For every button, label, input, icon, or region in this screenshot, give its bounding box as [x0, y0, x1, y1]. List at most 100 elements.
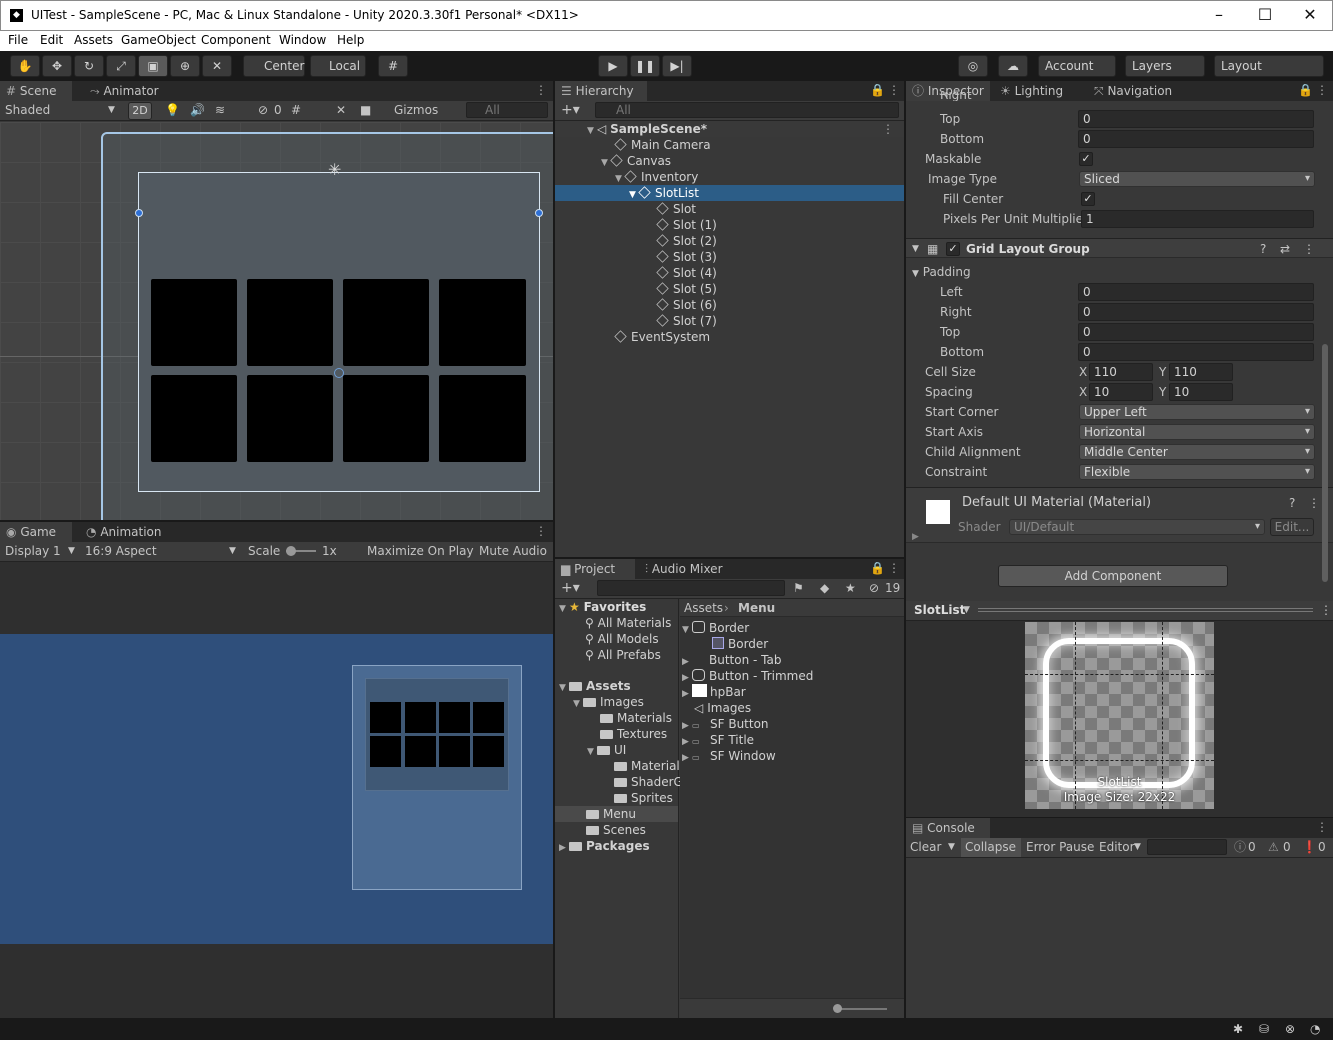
file-item[interactable]: ▶ hpBar [680, 684, 904, 700]
favorites-item[interactable]: ⚲ All Prefabs [555, 647, 678, 663]
cell-size-y-field[interactable]: 110 [1169, 363, 1233, 381]
icon-size-slider[interactable] [835, 1008, 887, 1010]
start-axis-dropdown[interactable]: Horizontal [1079, 424, 1315, 440]
layout-dropdown[interactable]: Layout [1214, 55, 1324, 77]
grid-snap-icon[interactable]: # [378, 55, 408, 77]
padding-foldout[interactable]: ▼ Padding [912, 263, 971, 283]
constraint-dropdown[interactable]: Flexible [1079, 464, 1315, 480]
aspect-dropdown[interactable]: 16:9 Aspect [85, 542, 157, 560]
spacing-y-field[interactable]: 10 [1169, 383, 1233, 401]
hierarchy-item-eventsystem[interactable]: EventSystem [555, 329, 904, 345]
folder-shadergraph[interactable]: ShaderG [555, 774, 683, 790]
maximize-on-play-toggle[interactable]: Maximize On Play [367, 542, 474, 560]
scene-menu-icon[interactable]: ⋮ [882, 121, 894, 137]
hierarchy-item-slot[interactable]: Slot (7) [555, 313, 904, 329]
file-item[interactable]: ▼ Border [680, 620, 904, 636]
hierarchy-item-slot[interactable]: Slot (5) [555, 281, 904, 297]
pivot-center-button[interactable]: Center [243, 55, 305, 77]
padding-bottom-field[interactable]: 0 [1078, 343, 1314, 361]
hierarchy-item-slot[interactable]: Slot (3) [555, 249, 904, 265]
layers-dropdown[interactable]: Layers [1125, 55, 1205, 77]
panel-menu-icon[interactable]: ⋮ [535, 83, 547, 97]
display-dropdown[interactable]: Display 1 [5, 542, 61, 560]
tab-scene[interactable]: # Scene [0, 81, 72, 101]
editor-dropdown-arrow-icon[interactable]: ▼ [1134, 838, 1141, 856]
aspect-dropdown-arrow-icon[interactable]: ▼ [229, 542, 236, 560]
warning-icon[interactable]: ⚠ [1268, 838, 1279, 856]
hierarchy-item-slotlist[interactable]: ▼ SlotList [555, 185, 904, 201]
tab-navigation[interactable]: ⤧ Navigation [1088, 81, 1188, 101]
file-item[interactable]: ▶ ▭ SF Button [680, 716, 904, 732]
menu-file[interactable]: File [8, 33, 28, 47]
error-pause-toggle[interactable]: Error Pause [1026, 838, 1094, 856]
help-icon[interactable]: ? [1260, 239, 1266, 259]
game-viewport[interactable] [0, 634, 553, 944]
fill-center-checkbox[interactable]: ✓ [1081, 192, 1095, 206]
lock-icon[interactable]: 🔒 [870, 83, 885, 97]
gizmos-dropdown[interactable]: Gizmos [394, 101, 438, 119]
shading-mode-dropdown[interactable]: Shaded [5, 101, 50, 119]
menu-help[interactable]: Help [337, 33, 364, 47]
sprite-border-bottom-field[interactable]: 0 [1078, 130, 1314, 148]
folder-images[interactable]: ▼ Images [555, 694, 678, 710]
menu-window[interactable]: Window [279, 33, 326, 47]
tools-icon[interactable]: ✕ [336, 101, 346, 119]
favorite-star-icon[interactable]: ★ [845, 579, 856, 597]
hierarchy-item-main-camera[interactable]: Main Camera [555, 137, 904, 153]
menu-assets[interactable]: Assets [74, 33, 113, 47]
cell-size-x-field[interactable]: 110 [1089, 363, 1153, 381]
rect-tool-icon[interactable]: ▣ [138, 55, 168, 77]
bug-icon[interactable]: ✱ [1233, 1020, 1243, 1038]
tab-project[interactable]: ▆ Project [555, 559, 635, 579]
step-icon[interactable]: ▶| [662, 55, 692, 77]
panel-menu-icon[interactable]: ⋮ [535, 524, 547, 538]
tab-animation[interactable]: ◔ Animation [80, 522, 180, 542]
maximize-icon[interactable]: ☐ [1253, 4, 1277, 28]
rect-handle[interactable] [135, 209, 143, 217]
tab-lighting[interactable]: ☀ Lighting [994, 81, 1078, 101]
anchor-icon[interactable]: ✳ [328, 160, 341, 179]
image-type-dropdown[interactable]: Sliced [1079, 171, 1315, 187]
file-item[interactable]: ▶ Button - Trimmed [680, 668, 904, 684]
clear-options-arrow-icon[interactable]: ▼ [948, 838, 955, 856]
file-item[interactable]: ▶ Button - Tab [680, 652, 904, 668]
search-by-type-icon[interactable]: ⚑ [793, 579, 804, 597]
padding-left-field[interactable]: 0 [1078, 283, 1314, 301]
icon-size-slider-thumb[interactable] [833, 1004, 842, 1013]
shading-dropdown-arrow-icon[interactable]: ▼ [108, 101, 115, 119]
grid-toggle-icon[interactable]: # [291, 101, 301, 119]
spacing-x-field[interactable]: 10 [1089, 383, 1153, 401]
breadcrumb-assets[interactable]: Assets [684, 599, 723, 617]
add-component-button[interactable]: Add Component [998, 565, 1228, 587]
folder-materials[interactable]: Materials [555, 710, 678, 726]
component-header-grid[interactable]: ▼ ▦ ✓ Grid Layout Group ? ⇄ ⋮ [906, 238, 1333, 258]
panel-menu-icon[interactable]: ⋮ [888, 561, 900, 575]
console-search-input[interactable] [1147, 839, 1227, 855]
preview-divider[interactable] [978, 608, 1313, 612]
hierarchy-item-slot[interactable]: Slot (1) [555, 217, 904, 233]
menu-component[interactable]: Component [201, 33, 271, 47]
folder-menu[interactable]: Menu [555, 806, 678, 822]
cache-icon[interactable]: ⛁ [1259, 1020, 1269, 1038]
scale-slider-thumb[interactable] [286, 546, 296, 556]
preview-title-dropdown[interactable]: SlotList [914, 601, 965, 619]
component-menu-icon[interactable]: ⋮ [1303, 239, 1315, 259]
rect-handle[interactable] [535, 209, 543, 217]
folder-textures[interactable]: Textures [555, 726, 678, 742]
hidden-packages-icon[interactable]: ⊘ [869, 579, 879, 597]
file-item[interactable]: Border [680, 636, 904, 652]
scene-viewport[interactable]: ✳ [0, 122, 553, 520]
favorites-folder[interactable]: ▼ ★ Favorites [555, 599, 678, 615]
favorites-item[interactable]: ⚲ All Materials [555, 615, 678, 631]
hidden-objects-icon[interactable]: ⊘ [258, 101, 268, 119]
hierarchy-item-slot[interactable]: Slot (4) [555, 265, 904, 281]
hierarchy-item-slot[interactable]: Slot (2) [555, 233, 904, 249]
tab-audio-mixer[interactable]: ⫶ Audio Mixer [639, 559, 739, 579]
file-item[interactable]: ◁ Images [680, 700, 904, 716]
hierarchy-item-slot[interactable]: Slot (6) [555, 297, 904, 313]
maskable-checkbox[interactable]: ✓ [1079, 152, 1093, 166]
camera-icon[interactable]: ■ [360, 101, 371, 119]
folder-assets[interactable]: ▼ Assets [555, 678, 678, 694]
ppu-multiplier-field[interactable]: 1 [1081, 210, 1314, 228]
lighting-toggle-icon[interactable]: 💡 [165, 101, 180, 119]
